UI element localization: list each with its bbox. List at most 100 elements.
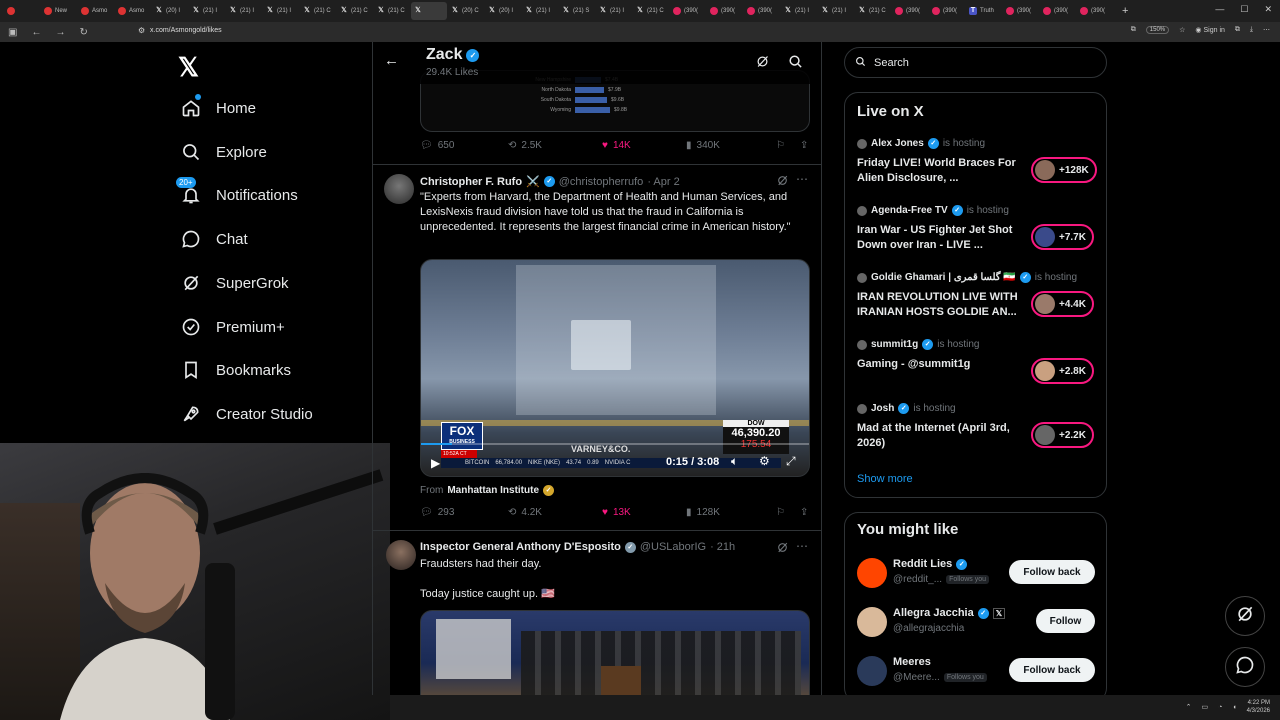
browser-tab[interactable]: (390( [670,2,706,20]
avatar[interactable] [386,540,416,570]
chevron-up-icon[interactable]: ⌃ [1186,703,1192,711]
views-button[interactable]: ▮ 340K [686,140,776,151]
avatar[interactable] [857,607,887,637]
video-player[interactable]: FOX BUSINESS VARNEY&CO. DOW 46,390.20 17… [420,259,810,477]
fullscreen-icon[interactable]: ⤢ [786,454,796,469]
nav-notifications[interactable]: 20+ Notifications [176,177,298,206]
live-listeners-pill[interactable]: +128K [1031,157,1097,183]
browser-tab[interactable]: (390( [1003,2,1039,20]
search-box[interactable]: Search [844,47,1107,78]
repost-button[interactable]: ⟲ 2.5K [508,140,602,151]
back-arrow-icon[interactable]: ← [384,52,399,69]
share-button[interactable]: ⇪ [800,140,808,151]
extensions-icon[interactable]: ⧉ [1235,26,1240,34]
browser-tab[interactable]: 𝕏 (21) C [337,2,373,20]
live-title[interactable]: Iran War - US Fighter Jet Shot Down over… [857,223,1027,253]
share-button[interactable]: ⇪ [800,507,808,518]
live-host[interactable]: Goldie Ghamari | گلسا قمری 🇮🇷 ✓ is hosting [857,272,1077,283]
tweet-date[interactable]: · Apr 2 [647,176,679,188]
browser-tab[interactable]: (390( [744,2,780,20]
reload-icon[interactable]: ↻ [79,27,87,38]
browser-tab[interactable]: (390( [707,2,743,20]
nav-home[interactable]: Home [180,94,256,119]
screenshot-icon[interactable]: ⧉ [1131,26,1136,34]
messages-fab[interactable] [1225,647,1265,687]
volume-icon[interactable]: 🔈︎ [731,454,738,469]
like-button[interactable]: ♥ 13K [602,507,686,518]
wifi-icon[interactable]: ◔ [1218,704,1222,711]
follow-back-button[interactable]: Follow back [1009,560,1095,584]
download-icon[interactable]: ⤓ [1250,26,1253,34]
suggest-name[interactable]: Meeres [893,656,931,668]
new-tab-icon[interactable]: + [1122,5,1128,17]
browser-tab[interactable]: 𝕏 (21) C [633,2,669,20]
sidebar-toggle-icon[interactable]: ▣ [8,27,17,38]
live-listeners-pill[interactable]: +2.2K [1031,422,1094,448]
live-title[interactable]: Gaming - @summit1g [857,357,1027,372]
live-title[interactable]: Friday LIVE! World Braces For Alien Disc… [857,156,1027,186]
live-title[interactable]: IRAN REVOLUTION LIVE WITH IRANIAN HOSTS … [857,290,1027,320]
more-icon[interactable]: ⋯ [796,172,808,186]
suggest-name[interactable]: Allegra Jacchia ✓ 𝕏 [893,607,1006,619]
browser-tab[interactable]: 𝕏 (20) I [152,2,188,20]
nav-creator-studio[interactable]: Creator Studio [180,403,313,425]
browser-tab[interactable]: (390( [929,2,965,20]
browser-tab[interactable]: 𝕏 [411,2,447,20]
reply-button[interactable]: 💬︎ 293 [420,507,508,518]
settings-icon[interactable]: ⚙ [759,454,770,468]
avatar[interactable] [384,174,414,204]
suggest-name[interactable]: Reddit Lies ✓ [893,558,968,570]
browser-tab[interactable]: New [41,2,77,20]
browser-tab[interactable]: (390( [1040,2,1076,20]
follow-button[interactable]: Follow [1036,609,1095,633]
volume-icon[interactable]: ◖ [1232,704,1236,711]
zoom-badge[interactable]: 150% [1145,26,1170,34]
follow-back-button[interactable]: Follow back [1009,658,1095,682]
author-name[interactable]: Inspector General Anthony D'Esposito [420,541,621,553]
nav-chat[interactable]: Chat [180,228,248,250]
browser-tab[interactable]: 𝕏 (21) C [855,2,891,20]
minimize-icon[interactable]: — [1215,4,1224,15]
author-handle[interactable]: @christopherrufo [559,176,644,188]
browser-tab[interactable]: 𝕏 (21) I [596,2,632,20]
forward-icon[interactable]: → [55,27,65,38]
browser-tab[interactable]: 𝕏 (21) I [522,2,558,20]
browser-tab[interactable]: 𝕏 (21) I [781,2,817,20]
back-icon[interactable]: ← [31,27,41,38]
browser-tab[interactable]: 𝕏 (21) I [263,2,299,20]
live-listeners-pill[interactable]: +2.8K [1031,358,1094,384]
avatar[interactable] [857,656,887,686]
browser-tab[interactable]: (390( [1077,2,1113,20]
author-handle[interactable]: @USLaborIG [640,541,706,553]
browser-tab[interactable]: 𝕏 (21) C [300,2,336,20]
browser-tab[interactable]: 𝕏 (20) I [485,2,521,20]
network-icon[interactable]: ▭ [1202,703,1209,711]
reply-button[interactable]: 💬︎ 650 [420,140,508,151]
browser-tab[interactable]: 𝕏 (21) I [226,2,262,20]
repost-button[interactable]: ⟲ 4.2K [508,507,602,518]
signin-button[interactable]: ◉ Sign in [1195,26,1224,34]
show-more-link[interactable]: Show more [857,473,913,485]
browser-tab[interactable]: 𝕏 (21) C [374,2,410,20]
like-button[interactable]: ♥ 14K [602,140,686,151]
live-host[interactable]: Josh ✓ is hosting [857,403,956,414]
live-host[interactable]: Agenda-Free TV ✓ is hosting [857,205,1009,216]
tweet-date[interactable]: · 21h [710,541,735,553]
live-listeners-pill[interactable]: +4.4K [1031,291,1094,317]
bookmark-button[interactable]: ⚐ [776,140,800,151]
video-progress[interactable] [421,443,809,445]
browser-tab[interactable]: Asmo [115,2,151,20]
views-button[interactable]: ▮ 128K [686,507,776,518]
press-conference-image[interactable] [420,610,810,698]
from-source[interactable]: Manhattan Institute [447,485,539,496]
browser-tab[interactable]: 𝕏 (21) I [818,2,854,20]
play-icon[interactable]: ▶ [431,456,440,470]
close-icon[interactable]: ✕ [1264,4,1272,15]
header-search-icon[interactable] [788,54,803,74]
browser-tab[interactable]: T Truth [966,2,1002,20]
avatar[interactable] [857,558,887,588]
browser-tab[interactable]: 𝕏 (20) C [448,2,484,20]
x-logo[interactable]: 𝕏 [178,52,199,83]
live-listeners-pill[interactable]: +7.7K [1031,224,1094,250]
nav-explore[interactable]: Explore [180,141,267,163]
